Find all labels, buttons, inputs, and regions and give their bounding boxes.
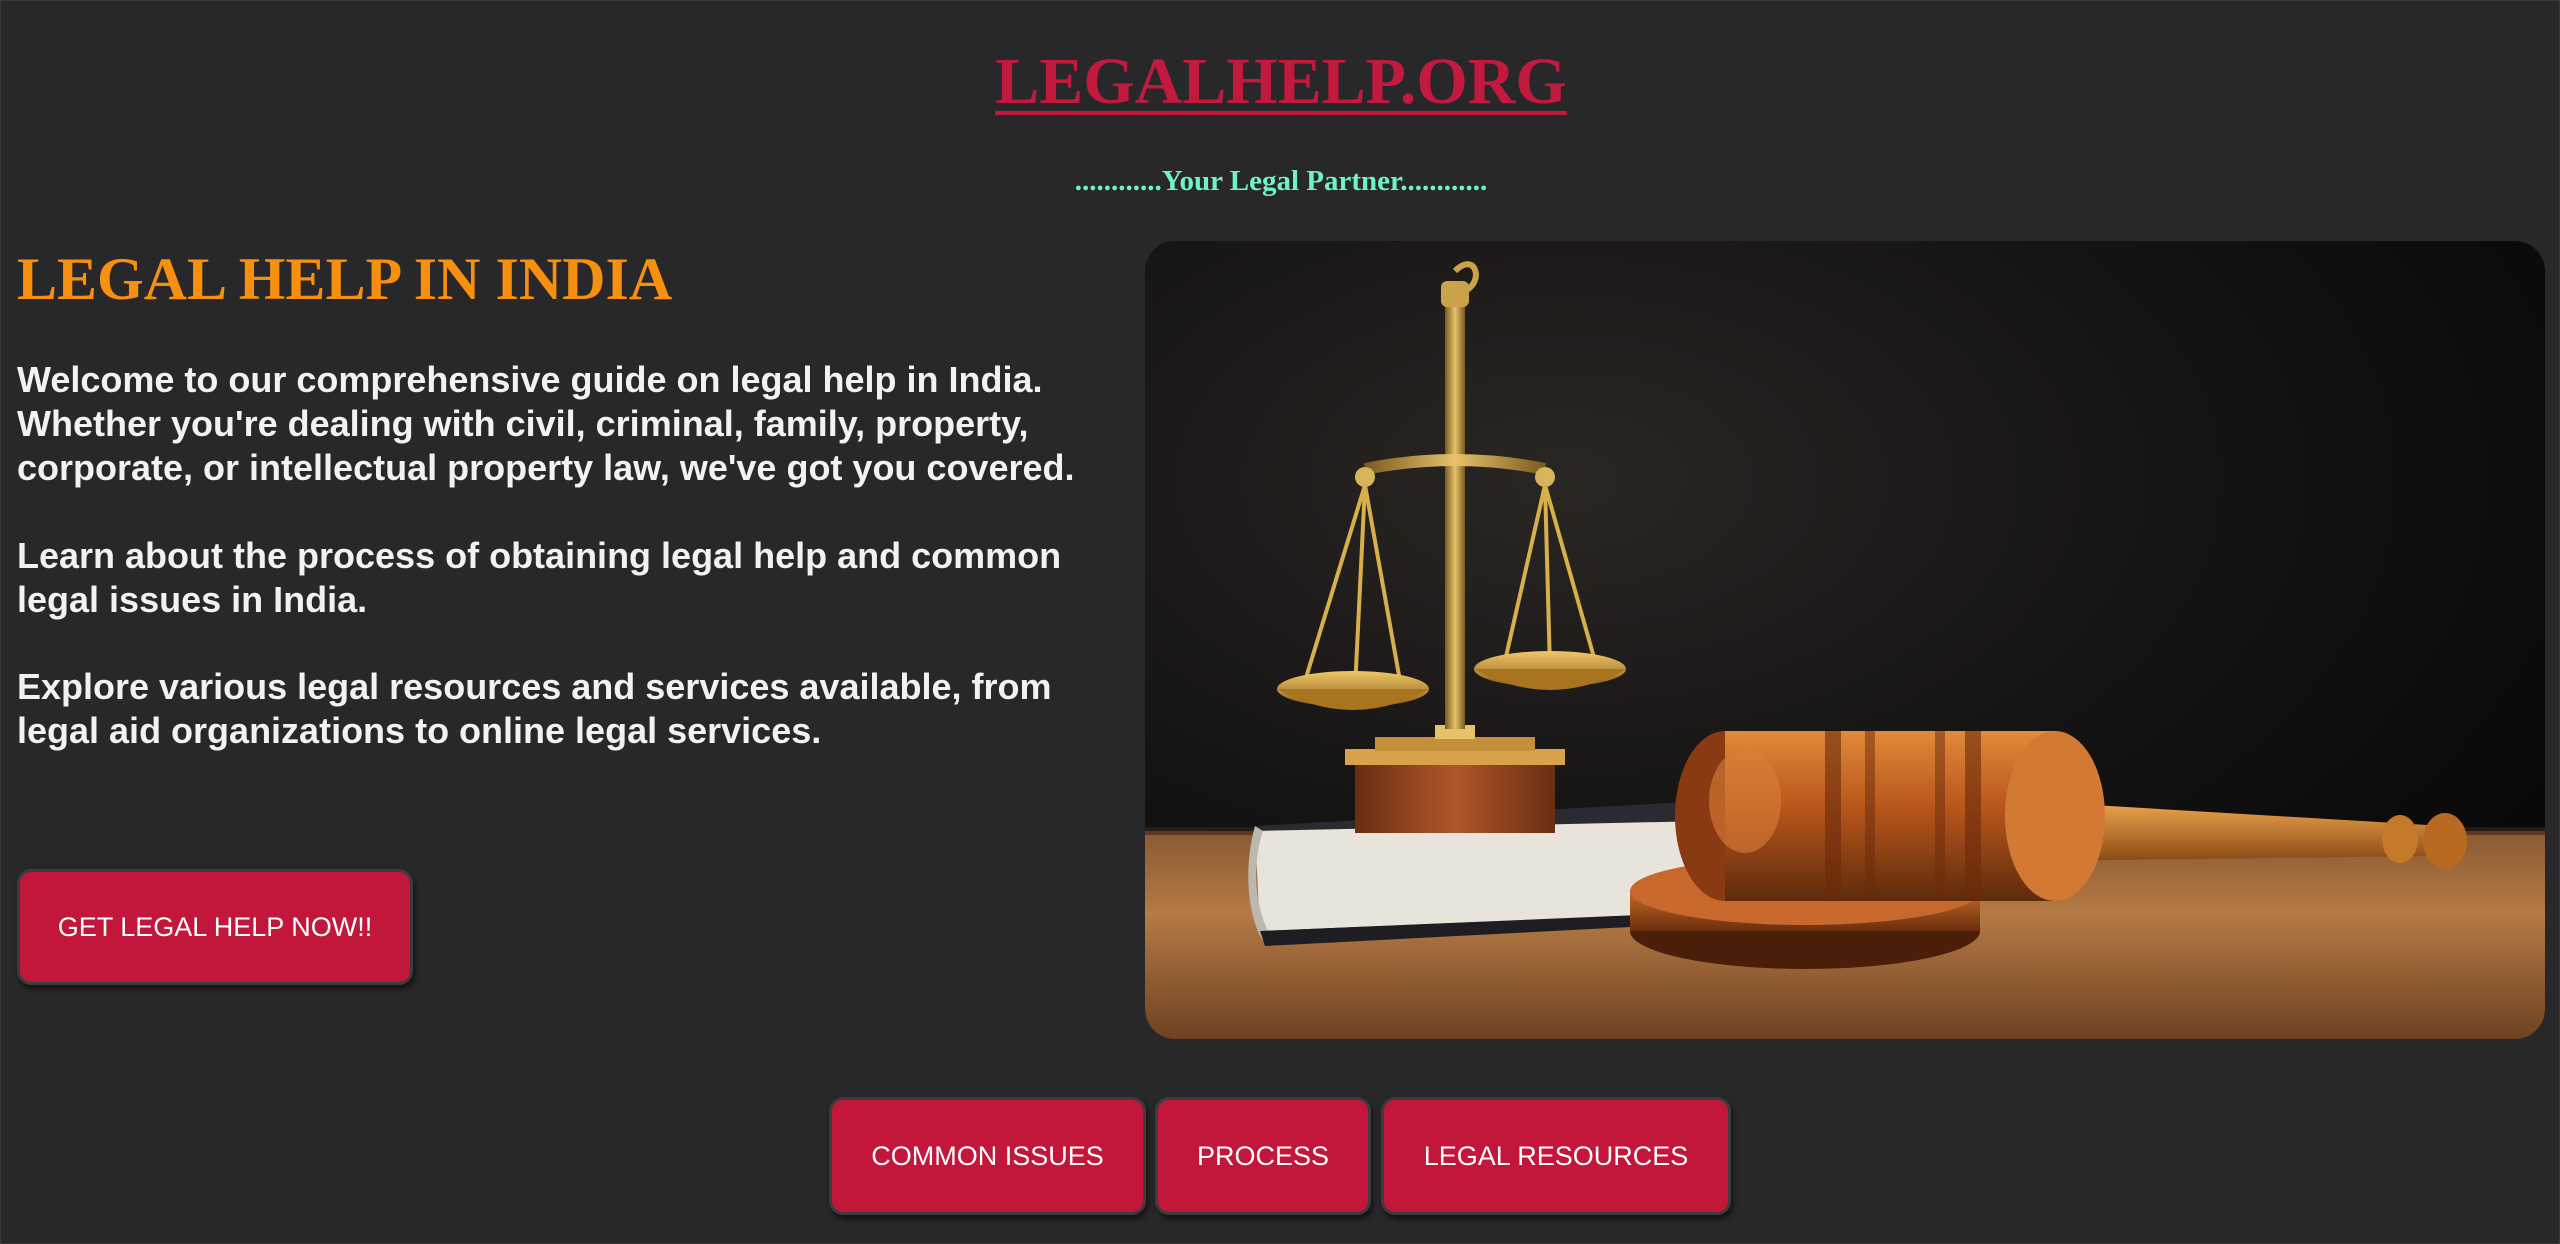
site-title-link[interactable]: LEGALHELP.ORG xyxy=(1,39,2560,125)
common-issues-button[interactable]: COMMON ISSUES xyxy=(829,1097,1146,1215)
resources-paragraph: Explore various legal resources and serv… xyxy=(17,666,1052,751)
process-button[interactable]: PROCESS xyxy=(1155,1097,1371,1215)
get-legal-help-button[interactable]: GET LEGAL HELP NOW!! xyxy=(17,869,413,985)
page: LEGALHELP.ORG ............Your Legal Par… xyxy=(0,0,2560,1244)
hero-image-scales-and-gavel xyxy=(1145,241,2545,1039)
legal-resources-button[interactable]: LEGAL RESOURCES xyxy=(1381,1097,1731,1215)
process-paragraph: Learn about the process of obtaining leg… xyxy=(17,535,1062,620)
tagline: ............Your Legal Partner..........… xyxy=(1074,165,1488,197)
intro-paragraph: Welcome to our comprehensive guide on le… xyxy=(17,359,1075,488)
intro-section: LEGAL HELP IN INDIA Welcome to our compr… xyxy=(17,241,1137,751)
page-heading: LEGAL HELP IN INDIA xyxy=(17,246,673,312)
